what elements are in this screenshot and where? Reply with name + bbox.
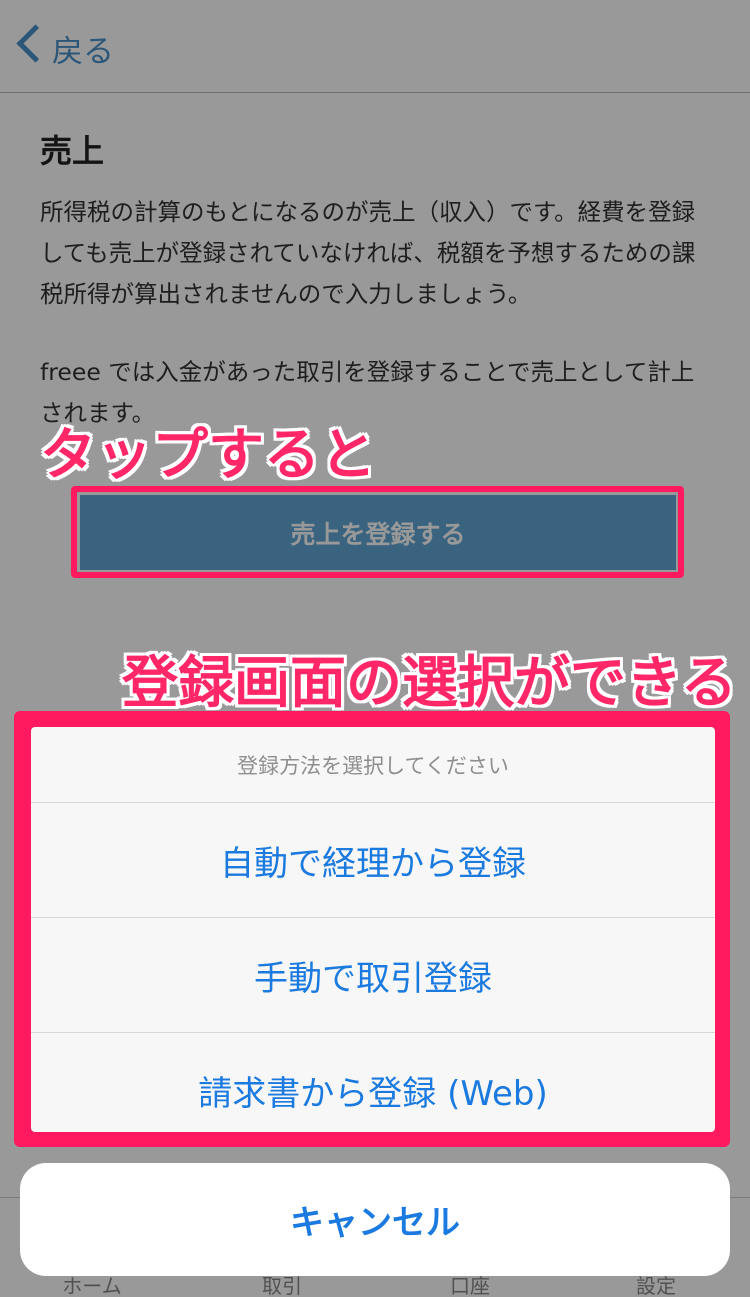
option-auto-register[interactable]: 自動で経理から登録: [31, 803, 715, 918]
cancel-button[interactable]: キャンセル: [20, 1163, 730, 1276]
register-button-highlight-frame: [71, 486, 684, 578]
annotation-tap: タップすると: [40, 423, 376, 488]
action-sheet: 登録方法を選択してください 自動で経理から登録 手動で取引登録 請求書から登録 …: [31, 727, 715, 1132]
option-manual-register[interactable]: 手動で取引登録: [31, 918, 715, 1033]
action-sheet-title: 登録方法を選択してください: [31, 727, 715, 803]
option-invoice-register[interactable]: 請求書から登録 (Web): [31, 1033, 715, 1132]
annotation-select: 登録画面の選択ができる: [122, 651, 737, 716]
